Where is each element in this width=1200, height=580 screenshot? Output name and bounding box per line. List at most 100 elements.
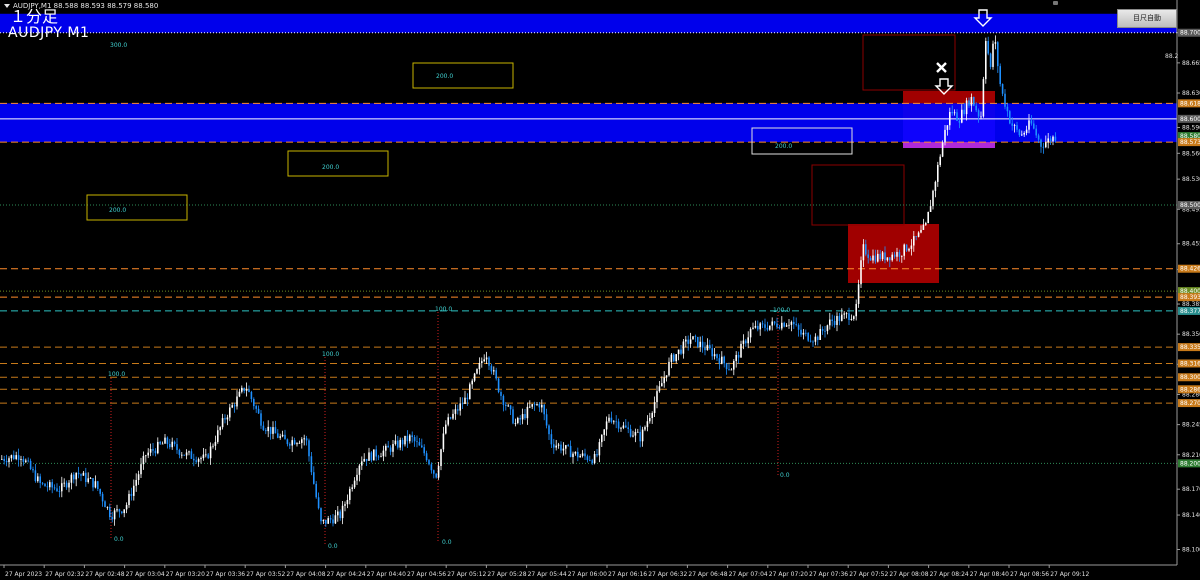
candle-body bbox=[171, 441, 173, 448]
candle-body bbox=[505, 404, 507, 406]
price-chart[interactable]: 200.0 200.0 200.0 200.0 300.0 100.0 100.… bbox=[0, 0, 1200, 580]
candle-body bbox=[927, 211, 929, 224]
candle-body bbox=[159, 441, 161, 444]
candle-body bbox=[769, 325, 771, 330]
candle-body bbox=[881, 252, 884, 260]
candle-body bbox=[973, 97, 975, 106]
candle-body bbox=[524, 414, 526, 419]
candle-body bbox=[457, 409, 459, 411]
candle-body bbox=[704, 347, 706, 351]
candle-body bbox=[82, 472, 85, 476]
candle-body bbox=[173, 441, 176, 445]
candle-body bbox=[836, 316, 838, 325]
candle-body bbox=[778, 327, 781, 329]
candle-body bbox=[109, 506, 111, 518]
candle-body bbox=[853, 316, 855, 319]
candle-body bbox=[37, 476, 39, 482]
price-label: 88.426 bbox=[1180, 266, 1200, 273]
price-label: 88.377 bbox=[1180, 308, 1200, 315]
candle-body bbox=[382, 450, 385, 457]
candle-body bbox=[308, 440, 310, 457]
candle-body bbox=[889, 257, 891, 261]
candle-body bbox=[581, 453, 584, 456]
candle-body bbox=[269, 426, 272, 434]
price-label: 88.316 bbox=[1180, 360, 1200, 367]
candle-body bbox=[776, 323, 778, 328]
candle-body bbox=[145, 455, 147, 457]
candle-body bbox=[476, 369, 478, 374]
candle-body bbox=[349, 488, 351, 500]
candle-body bbox=[550, 434, 553, 445]
time-tick-label: 27 Apr 02:32 bbox=[45, 571, 84, 578]
candle-body bbox=[644, 427, 646, 430]
candle-body bbox=[545, 414, 548, 426]
candle-body bbox=[1, 458, 3, 460]
candle-body bbox=[413, 437, 416, 442]
candle-body bbox=[507, 405, 509, 407]
candle-body bbox=[917, 232, 920, 237]
candle-body bbox=[260, 413, 262, 426]
candle-body bbox=[541, 404, 543, 408]
candle-body bbox=[149, 449, 152, 453]
candle-body bbox=[766, 327, 769, 330]
candle-body bbox=[195, 460, 197, 462]
candle-body bbox=[423, 447, 425, 454]
price-tick-label: 88.170 bbox=[1182, 486, 1200, 493]
candle-body bbox=[10, 455, 13, 459]
candle-body bbox=[301, 439, 303, 443]
candle-body bbox=[327, 518, 329, 524]
candle-body bbox=[373, 449, 375, 461]
yellow-box-2-label: 200.0 bbox=[322, 164, 339, 171]
candle-body bbox=[713, 354, 716, 357]
auto-scale-button[interactable]: 目尺自動 bbox=[1117, 9, 1177, 28]
candle-body bbox=[493, 370, 495, 372]
candle-body bbox=[286, 439, 289, 445]
candle-body bbox=[89, 478, 92, 479]
candle-body bbox=[152, 449, 154, 451]
candle-body bbox=[231, 405, 233, 408]
candle-body bbox=[15, 455, 17, 460]
candle-body bbox=[466, 397, 469, 400]
candle-body bbox=[560, 444, 562, 451]
candle-body bbox=[5, 460, 8, 463]
candle-body bbox=[29, 460, 32, 470]
candle-body bbox=[920, 229, 922, 233]
candle-body bbox=[548, 425, 550, 435]
candle-body bbox=[509, 405, 512, 410]
candle-body bbox=[596, 454, 598, 456]
candle-body bbox=[649, 417, 651, 422]
candle-body bbox=[910, 245, 913, 249]
candle-body bbox=[579, 455, 581, 458]
candle-body bbox=[459, 403, 461, 411]
candle-body bbox=[565, 445, 567, 449]
candle-body bbox=[233, 405, 236, 407]
time-tick-label: 27 Apr 06:48 bbox=[688, 571, 727, 578]
candle-body bbox=[502, 395, 505, 405]
candle-body bbox=[932, 190, 934, 207]
candle-body bbox=[380, 456, 382, 458]
time-tick-label: 27 Apr 07:04 bbox=[729, 571, 768, 578]
candle-body bbox=[591, 460, 593, 464]
price-label: 88.500 bbox=[1180, 202, 1200, 209]
candle-body bbox=[701, 341, 704, 348]
candle-body bbox=[53, 487, 56, 489]
candle-body bbox=[394, 440, 397, 445]
candle-body bbox=[903, 244, 905, 256]
candle-body bbox=[250, 391, 253, 400]
candle-body bbox=[1052, 136, 1054, 142]
vmarker-2-bottom: 0.0 bbox=[328, 543, 338, 550]
candle-body bbox=[75, 472, 77, 480]
candle-body bbox=[1025, 129, 1028, 133]
candle-body bbox=[725, 363, 728, 370]
candle-body bbox=[735, 354, 737, 361]
candle-body bbox=[862, 244, 865, 261]
candle-body bbox=[329, 518, 332, 520]
candle-body bbox=[73, 474, 75, 480]
time-tick-label: 27 Apr 05:12 bbox=[447, 571, 486, 578]
candle-body bbox=[675, 354, 677, 362]
yellow-box-3-label: 200.0 bbox=[109, 207, 126, 214]
candle-body bbox=[742, 340, 745, 344]
candle-body bbox=[236, 396, 238, 407]
candle-body bbox=[315, 483, 317, 498]
candle-body bbox=[313, 472, 315, 484]
